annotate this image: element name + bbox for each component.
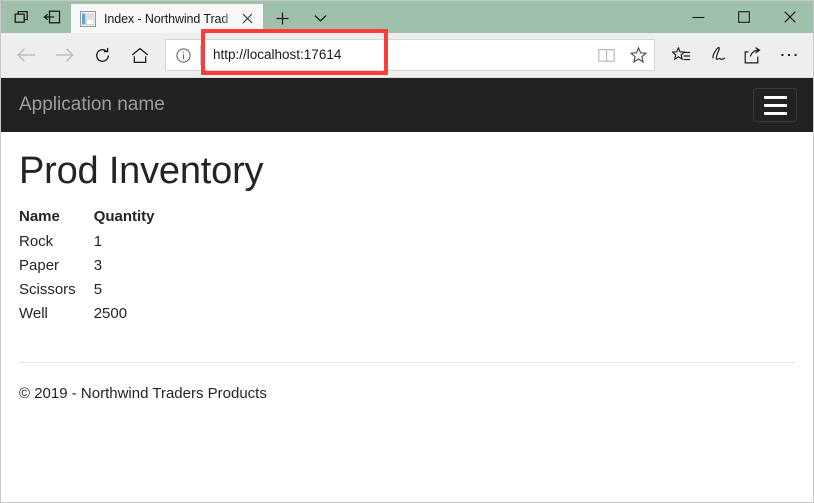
inventory-table: Name Quantity Rock 1 Paper 3 Scissors 5 … xyxy=(19,208,155,326)
address-bar[interactable]: http://localhost:17614 xyxy=(165,39,655,71)
set-aside-tabs-icon[interactable] xyxy=(37,2,67,32)
tab-strip: Index - Northwind Trad xyxy=(1,1,813,33)
cell-quantity: 3 xyxy=(93,256,103,274)
browser-tab[interactable]: Index - Northwind Trad xyxy=(71,4,263,33)
cell-name: Well xyxy=(19,304,48,322)
page-title: Prod Inventory xyxy=(19,150,264,192)
table-row: Paper 3 xyxy=(19,254,155,278)
table-row: Rock 1 xyxy=(19,230,155,254)
hamburger-bar xyxy=(763,111,787,115)
cell-quantity: 1 xyxy=(93,232,103,250)
app-brand-link[interactable]: Application name xyxy=(19,93,165,117)
page-container: Prod Inventory Name Quantity Rock 1 Pape… xyxy=(1,150,813,402)
table-head: Name Quantity xyxy=(19,208,155,230)
hamburger-bar xyxy=(763,103,787,107)
maximize-button[interactable] xyxy=(721,1,767,33)
hamburger-bar xyxy=(763,95,787,99)
titlebar-left-icons xyxy=(1,1,67,33)
more-options-icon[interactable] xyxy=(771,37,807,73)
toolbar-actions xyxy=(657,37,807,73)
table-row: Well 2500 xyxy=(19,302,155,326)
close-window-button[interactable] xyxy=(767,1,813,33)
new-tab-button[interactable] xyxy=(267,4,297,33)
cell-name: Rock xyxy=(19,232,54,250)
footer-copyright: © 2019 - Northwind Traders Products xyxy=(19,384,267,402)
browser-toolbar: http://localhost:17614 xyxy=(1,33,813,78)
hub-favorites-icon[interactable] xyxy=(663,37,699,73)
tab-preview-icon[interactable] xyxy=(7,2,37,32)
home-button[interactable] xyxy=(121,37,159,73)
site-info-icon[interactable] xyxy=(166,40,200,70)
back-button[interactable] xyxy=(7,37,45,73)
web-note-pen-icon[interactable] xyxy=(699,37,735,73)
forward-button[interactable] xyxy=(45,37,83,73)
table-row: Scissors 5 xyxy=(19,278,155,302)
column-header-quantity: Quantity xyxy=(93,207,155,225)
app-navbar: Application name xyxy=(1,78,813,132)
table-header-row: Name Quantity xyxy=(19,208,155,230)
close-tab-icon[interactable] xyxy=(237,9,257,29)
tab-title: Index - Northwind Trad xyxy=(104,11,229,26)
page-favicon xyxy=(80,10,96,27)
hamburger-menu-icon[interactable] xyxy=(753,88,797,122)
cell-quantity: 2500 xyxy=(93,304,128,322)
browser-window: Index - Northwind Trad http://localhost:… xyxy=(0,0,814,503)
window-controls xyxy=(675,1,813,33)
address-input[interactable]: http://localhost:17614 xyxy=(201,40,590,70)
minimize-button[interactable] xyxy=(675,1,721,33)
cell-name: Scissors xyxy=(19,280,76,298)
favorite-star-icon[interactable] xyxy=(622,40,654,70)
refresh-button[interactable] xyxy=(83,37,121,73)
web-page-content: Application name Prod Inventory Name Qua… xyxy=(1,78,813,501)
cell-quantity: 5 xyxy=(93,280,103,298)
cell-name: Paper xyxy=(19,256,60,274)
share-icon[interactable] xyxy=(735,37,771,73)
chevron-down-icon[interactable] xyxy=(305,4,335,33)
reading-view-icon[interactable] xyxy=(590,40,622,70)
table-body: Rock 1 Paper 3 Scissors 5 Well 2500 xyxy=(19,230,155,326)
column-header-name: Name xyxy=(19,207,60,225)
